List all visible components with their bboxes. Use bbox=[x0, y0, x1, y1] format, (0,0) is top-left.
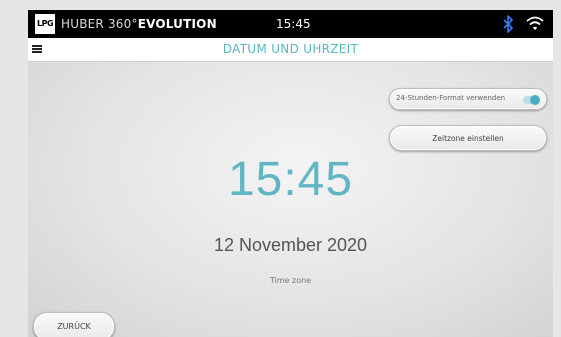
status-bar: LPG HUBER 360°EVOLUTION 15:45 bbox=[28, 10, 553, 38]
24h-format-label: 24-Stunden-Format verwenden bbox=[396, 94, 506, 102]
wifi-icon bbox=[526, 16, 544, 30]
brand-logo: LPG bbox=[35, 14, 55, 34]
back-label: ZURÜCK bbox=[57, 322, 91, 331]
bluetooth-icon bbox=[503, 15, 513, 33]
current-time: 15:45 bbox=[227, 153, 354, 206]
back-button[interactable]: ZURÜCK bbox=[33, 312, 115, 337]
page-title: DATUM UND UHRZEIT bbox=[222, 42, 359, 56]
toggle-knob bbox=[530, 95, 540, 105]
title-bar: DATUM UND UHRZEIT bbox=[28, 38, 553, 62]
device-frame: LPG HUBER 360°EVOLUTION 15:45 DATUM UND … bbox=[0, 0, 561, 337]
device-screen: LPG HUBER 360°EVOLUTION 15:45 DATUM UND … bbox=[28, 10, 553, 337]
timezone-label: Time zone bbox=[269, 276, 312, 285]
brand-name: HUBER 360°EVOLUTION bbox=[61, 17, 217, 31]
brand-prefix: HUBER 360° bbox=[61, 17, 138, 31]
24h-format-switch[interactable] bbox=[523, 95, 540, 105]
brand-suffix: EVOLUTION bbox=[137, 17, 217, 31]
24h-format-toggle-row[interactable]: 24-Stunden-Format verwenden bbox=[389, 88, 547, 110]
current-date: 12 November 2020 bbox=[213, 235, 368, 255]
set-timezone-label: Zeitzone einstellen bbox=[432, 134, 504, 143]
set-timezone-button[interactable]: Zeitzone einstellen bbox=[389, 125, 547, 151]
status-clock: 15:45 bbox=[276, 17, 311, 31]
